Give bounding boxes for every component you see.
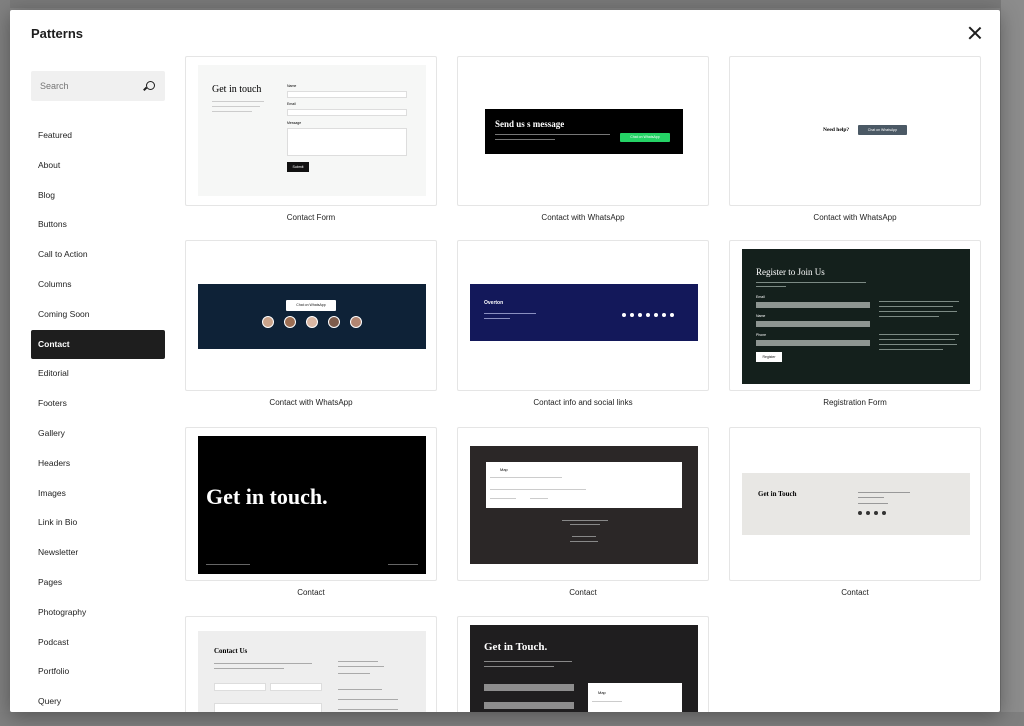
pattern-card[interactable]: Get in Touch. Map <box>457 616 709 712</box>
close-icon[interactable] <box>966 24 984 42</box>
preview-submit: Register <box>756 352 782 362</box>
category-item-columns[interactable]: Columns <box>31 270 165 300</box>
preview-heading: Get in Touch <box>758 490 797 498</box>
pattern-preview-contact-us[interactable]: Contact Us <box>185 616 437 712</box>
preview-heading: Get in touch <box>212 84 262 95</box>
search-input[interactable] <box>31 71 131 101</box>
pattern-label: Contact <box>841 588 869 597</box>
category-item-editorial[interactable]: Editorial <box>31 359 165 389</box>
preview-heading: Get in Touch. <box>484 641 548 653</box>
pattern-label: Contact with WhatsApp <box>269 398 353 407</box>
pattern-card[interactable]: Overton Contact info and social links <box>457 240 709 407</box>
category-item-podcast[interactable]: Podcast <box>31 628 165 658</box>
pattern-card[interactable]: Register to Join Us Email Name Phone Reg… <box>729 240 981 407</box>
category-item-footers[interactable]: Footers <box>31 389 165 419</box>
category-item-query[interactable]: Query <box>31 687 165 712</box>
preview-whatsapp-button: Chat on WhatsApp <box>286 300 336 311</box>
pattern-preview-registration[interactable]: Register to Join Us Email Name Phone Reg… <box>729 240 981 391</box>
pattern-card[interactable]: Get in touch Name Email Message Submit C… <box>185 56 437 222</box>
category-item-call-to-action[interactable]: Call to Action <box>31 240 165 270</box>
category-item-about[interactable]: About <box>31 151 165 181</box>
pattern-label: Contact Form <box>286 213 336 222</box>
pattern-preview-contact-social[interactable]: Overton <box>457 240 709 391</box>
pattern-label: Contact <box>297 588 325 597</box>
category-item-newsletter[interactable]: Newsletter <box>31 538 165 568</box>
category-item-gallery[interactable]: Gallery <box>31 419 165 449</box>
preview-field-label: Phone <box>756 333 767 337</box>
preview-field-label: Email <box>287 102 296 106</box>
pattern-preview-get-in-touch-dark[interactable]: Get in Touch. Map <box>457 616 709 712</box>
search-icon[interactable] <box>146 81 155 90</box>
preview-field-label: Email <box>756 295 765 299</box>
pattern-card[interactable]: Contact Us <box>185 616 437 712</box>
pattern-preview-get-in-touch-black[interactable]: Get in touch. <box>185 427 437 581</box>
pattern-card[interactable]: Chat on WhatsApp Contact with WhatsApp <box>185 240 437 407</box>
pattern-preview-whatsapp-avatars[interactable]: Chat on WhatsApp <box>185 240 437 391</box>
category-item-buttons[interactable]: Buttons <box>31 210 165 240</box>
pattern-preview-get-in-touch-grey[interactable]: Get in Touch <box>729 427 981 581</box>
preview-heading: Register to Join Us <box>756 267 825 277</box>
category-item-images[interactable]: Images <box>31 479 165 509</box>
pattern-card[interactable]: Need help? Chat on WhatsApp Contact with… <box>729 56 981 222</box>
pattern-preview-need-help[interactable]: Need help? Chat on WhatsApp <box>729 56 981 206</box>
pattern-label: Contact <box>569 588 597 597</box>
preview-field-label: Name <box>287 84 297 88</box>
pattern-preview-whatsapp-banner[interactable]: Send us s message Chat on WhatsApp <box>457 56 709 206</box>
patterns-modal: Patterns FeaturedAboutBlogButtonsCall to… <box>10 10 1000 712</box>
modal-title: Patterns <box>31 26 84 41</box>
pattern-preview-map-contact[interactable]: Map <box>457 427 709 581</box>
category-item-link-in-bio[interactable]: Link in Bio <box>31 508 165 538</box>
preview-heading: Contact Us <box>214 647 248 655</box>
preview-field-label: Name <box>756 314 766 318</box>
category-item-coming-soon[interactable]: Coming Soon <box>31 300 165 330</box>
search-box <box>31 71 165 101</box>
category-item-contact[interactable]: Contact <box>31 329 165 360</box>
category-item-photography[interactable]: Photography <box>31 598 165 628</box>
preview-whatsapp-button: Chat on WhatsApp <box>620 133 670 142</box>
pattern-card[interactable]: Map Contact <box>457 427 709 597</box>
preview-heading: Need help? <box>823 127 850 133</box>
preview-field-label: Message <box>287 121 302 125</box>
preview-heading: Overton <box>484 300 504 306</box>
preview-whatsapp-button: Chat on WhatsApp <box>858 125 907 135</box>
pattern-label: Contact with WhatsApp <box>541 213 625 222</box>
category-item-headers[interactable]: Headers <box>31 449 165 479</box>
category-item-featured[interactable]: Featured <box>31 121 165 151</box>
pattern-card[interactable]: Get in touch. Contact <box>185 427 437 597</box>
pattern-label: Contact info and social links <box>533 398 633 407</box>
pattern-preview-contact-form[interactable]: Get in touch Name Email Message Submit <box>185 56 437 206</box>
category-item-portfolio[interactable]: Portfolio <box>31 657 165 687</box>
preview-heading: Send us s message <box>495 119 565 129</box>
pattern-label: Contact with WhatsApp <box>813 213 897 222</box>
category-list: Featured About Blog Buttons Call to Action Co… <box>31 121 165 712</box>
pattern-label: Registration Form <box>823 398 887 407</box>
category-item-pages[interactable]: Pages <box>31 568 165 598</box>
preview-heading: Get in touch. <box>206 484 328 509</box>
category-item-blog[interactable]: Blog <box>31 181 165 211</box>
pattern-card[interactable]: Get in Touch Contact <box>729 427 981 597</box>
preview-map-label: Map <box>598 690 606 695</box>
pattern-card[interactable]: Send us s message Chat on WhatsApp Conta… <box>457 56 709 222</box>
preview-map-label: Map <box>500 467 508 472</box>
preview-submit: Submit <box>287 162 309 172</box>
